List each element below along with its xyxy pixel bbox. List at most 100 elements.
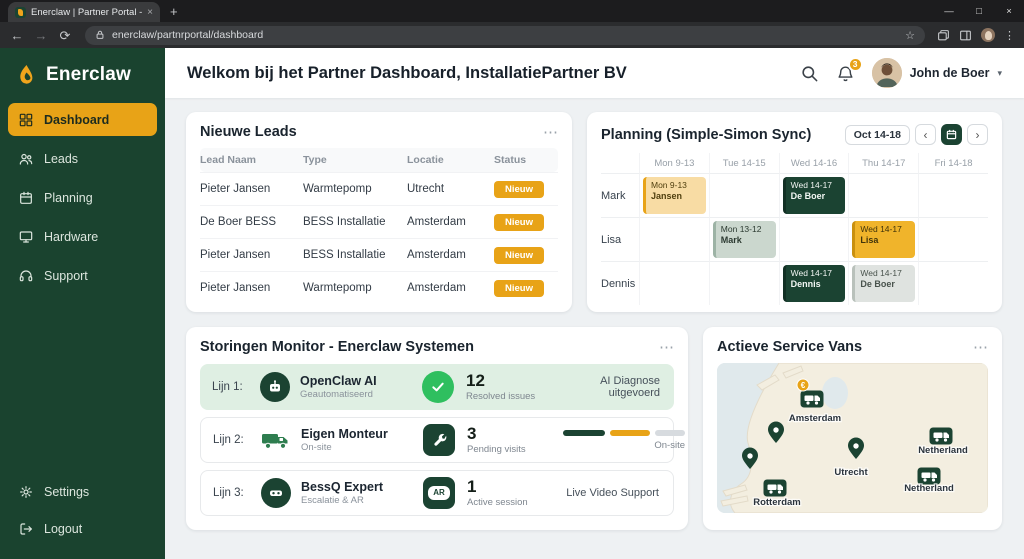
minimize-button[interactable]: — (934, 0, 964, 22)
service-truck-icon (261, 425, 291, 455)
calendar-event[interactable]: Wed 14-17 Lisa (852, 221, 916, 258)
col-header: Lead Naam (200, 154, 257, 166)
vans-map[interactable]: € Amsterdam Utrecht Rotterdam Netherland… (717, 363, 988, 513)
ar-badge-text: AR (428, 486, 450, 500)
card-title: Nieuwe Leads (200, 124, 297, 140)
side-panel-icon[interactable] (959, 29, 972, 42)
lead-name: De Boer BESS (200, 216, 277, 228)
progress-block: On-site (563, 429, 687, 451)
sidebar-item-settings[interactable]: Settings (8, 475, 157, 508)
lead-type: Warmtepomp (303, 282, 372, 294)
window-controls: — □ × (934, 0, 1024, 22)
calendar-view-button[interactable] (941, 124, 962, 145)
count-label: Pending visits (467, 444, 526, 455)
line-label: Lijn 1: (212, 381, 243, 393)
event-person: Jansen (651, 191, 683, 202)
tab-close-icon[interactable]: × (147, 7, 153, 18)
table-row[interactable]: Pieter Jansen BESS Installatie Amsterdam… (200, 238, 558, 271)
lead-type: BESS Installatie (303, 216, 386, 228)
monitor-row-lijn2[interactable]: Lijn 2: Eigen Monteur On-site 3 Pending … (200, 417, 685, 463)
channel-name: OpenClaw AI (300, 374, 377, 388)
channel-name: Eigen Monteur (301, 427, 388, 441)
search-icon[interactable] (800, 64, 819, 83)
browser-menu-icon[interactable]: ⋮ (1004, 29, 1015, 42)
browser-tab[interactable]: Enerclaw | Partner Portal - Da × (8, 2, 160, 22)
next-week-button[interactable]: › (967, 124, 988, 145)
service-vans-card: Actieve Service Vans ⋯ € Amsterdam Utrec… (703, 327, 1002, 530)
calendar-event[interactable]: Mon 13-12 Mark (712, 221, 776, 258)
service-van-icon[interactable] (929, 427, 953, 445)
event-time: Wed 14-17 (790, 180, 833, 190)
event-time: Mon 9-13 (651, 180, 687, 190)
count-value: 3 (467, 424, 477, 443)
row-note: AI Diagnose uitgevoerd (600, 375, 660, 399)
calendar-event[interactable]: Wed 14-17 De Boer (782, 177, 846, 214)
forward-button[interactable]: → (33, 29, 49, 42)
users-icon (19, 153, 33, 165)
monitor-icon (19, 230, 33, 243)
monitor-row-lijn1[interactable]: Lijn 1: OpenClaw AI Geautomatiseerd 12 R… (200, 364, 674, 410)
sidebar-item-support[interactable]: Support (8, 259, 157, 292)
table-row[interactable]: De Boer BESS BESS Installatie Amsterdam … (200, 205, 558, 238)
service-van-icon[interactable] (917, 467, 941, 485)
sidebar-footer: Settings Logout (0, 475, 165, 545)
card-menu-icon[interactable]: ⋯ (659, 340, 674, 355)
check-icon (422, 371, 454, 403)
browser-profile-avatar[interactable] (981, 28, 995, 42)
card-title: Planning (Simple-Simon Sync) (601, 126, 812, 143)
back-button[interactable]: ← (9, 29, 25, 42)
sidebar-item-logout[interactable]: Logout (8, 512, 157, 545)
service-van-icon[interactable] (763, 479, 787, 497)
sidebar-item-hardware[interactable]: Hardware (8, 220, 157, 253)
netherlands-map: € Amsterdam Utrecht Rotterdam Netherland… (717, 363, 988, 513)
sidebar-item-planning[interactable]: Planning (8, 181, 157, 214)
count-value: 12 (466, 371, 485, 390)
table-row[interactable]: Pieter Jansen Warmtepomp Utrecht Nieuw (200, 172, 558, 205)
dashboard-content: Nieuwe Leads ⋯ Lead Naam Type Locatie St… (165, 98, 1024, 559)
logout-icon (20, 522, 32, 535)
channel-subtitle: On-site (301, 442, 332, 453)
sidebar-nav: Dashboard Leads Planning Hardware Suppor… (0, 103, 165, 292)
notification-badge: 3 (847, 56, 863, 72)
collections-icon[interactable] (937, 29, 950, 42)
service-van-icon[interactable] (800, 390, 824, 408)
calendar-event[interactable]: Wed 14-17 De Boer (852, 265, 916, 302)
prev-week-button[interactable]: ‹ (915, 124, 936, 145)
sidebar-item-label: Settings (44, 484, 90, 499)
channel-subtitle: Escalatie & AR (301, 495, 364, 506)
status-badge: Nieuw (494, 279, 544, 297)
city-label-rotterdam: Rotterdam (753, 497, 801, 508)
notifications-bell[interactable]: 3 (836, 56, 863, 83)
app: Enerclaw Dashboard Leads Planning Hardwa… (0, 48, 1024, 559)
new-tab-button[interactable]: + (170, 4, 178, 19)
calendar-event[interactable]: Wed 14-17 Dennis (782, 265, 846, 302)
day-header: Wed 14-16 (778, 153, 849, 173)
table-row[interactable]: Pieter Jansen Warmtepomp Amsterdam Nieuw (200, 271, 558, 304)
address-bar[interactable]: enerclaw/partnrportal/dashboard ☆ (85, 25, 925, 45)
maximize-button[interactable]: □ (964, 0, 994, 22)
sidebar-item-leads[interactable]: Leads (8, 142, 157, 175)
toolbar-actions: ⋮ (937, 28, 1015, 42)
lock-icon (95, 30, 105, 40)
channel-subtitle: Geautomatiseerd (300, 389, 373, 400)
date-range-chip[interactable]: Oct 14-18 (844, 124, 910, 145)
bookmark-star-icon[interactable]: ☆ (905, 29, 915, 42)
day-header: Mon 9-13 (639, 153, 709, 173)
enerclaw-logo-icon (14, 63, 38, 87)
wrench-icon (423, 424, 455, 456)
reload-button[interactable]: ⟳ (57, 29, 73, 42)
card-menu-icon[interactable]: ⋯ (973, 340, 988, 355)
close-button[interactable]: × (994, 0, 1024, 22)
monitor-row-lijn3[interactable]: Lijn 3: BessQ Expert Escalatie & AR AR 1… (200, 470, 674, 516)
screen: Enerclaw | Partner Portal - Da × + — □ ×… (0, 0, 1024, 559)
user-menu[interactable]: John de Boer ▾ (871, 58, 1002, 88)
sidebar-item-dashboard[interactable]: Dashboard (8, 103, 157, 136)
card-title: Storingen Monitor - Enerclaw Systemen (200, 339, 474, 355)
col-header: Locatie (407, 154, 444, 166)
event-person: De Boer (790, 191, 826, 202)
sidebar-item-label: Hardware (44, 229, 99, 244)
ar-badge-icon: AR (423, 477, 455, 509)
card-menu-icon[interactable]: ⋯ (543, 125, 558, 140)
sidebar-item-label: Logout (44, 521, 83, 536)
calendar-event[interactable]: Mon 9-13 Jansen (643, 177, 706, 214)
